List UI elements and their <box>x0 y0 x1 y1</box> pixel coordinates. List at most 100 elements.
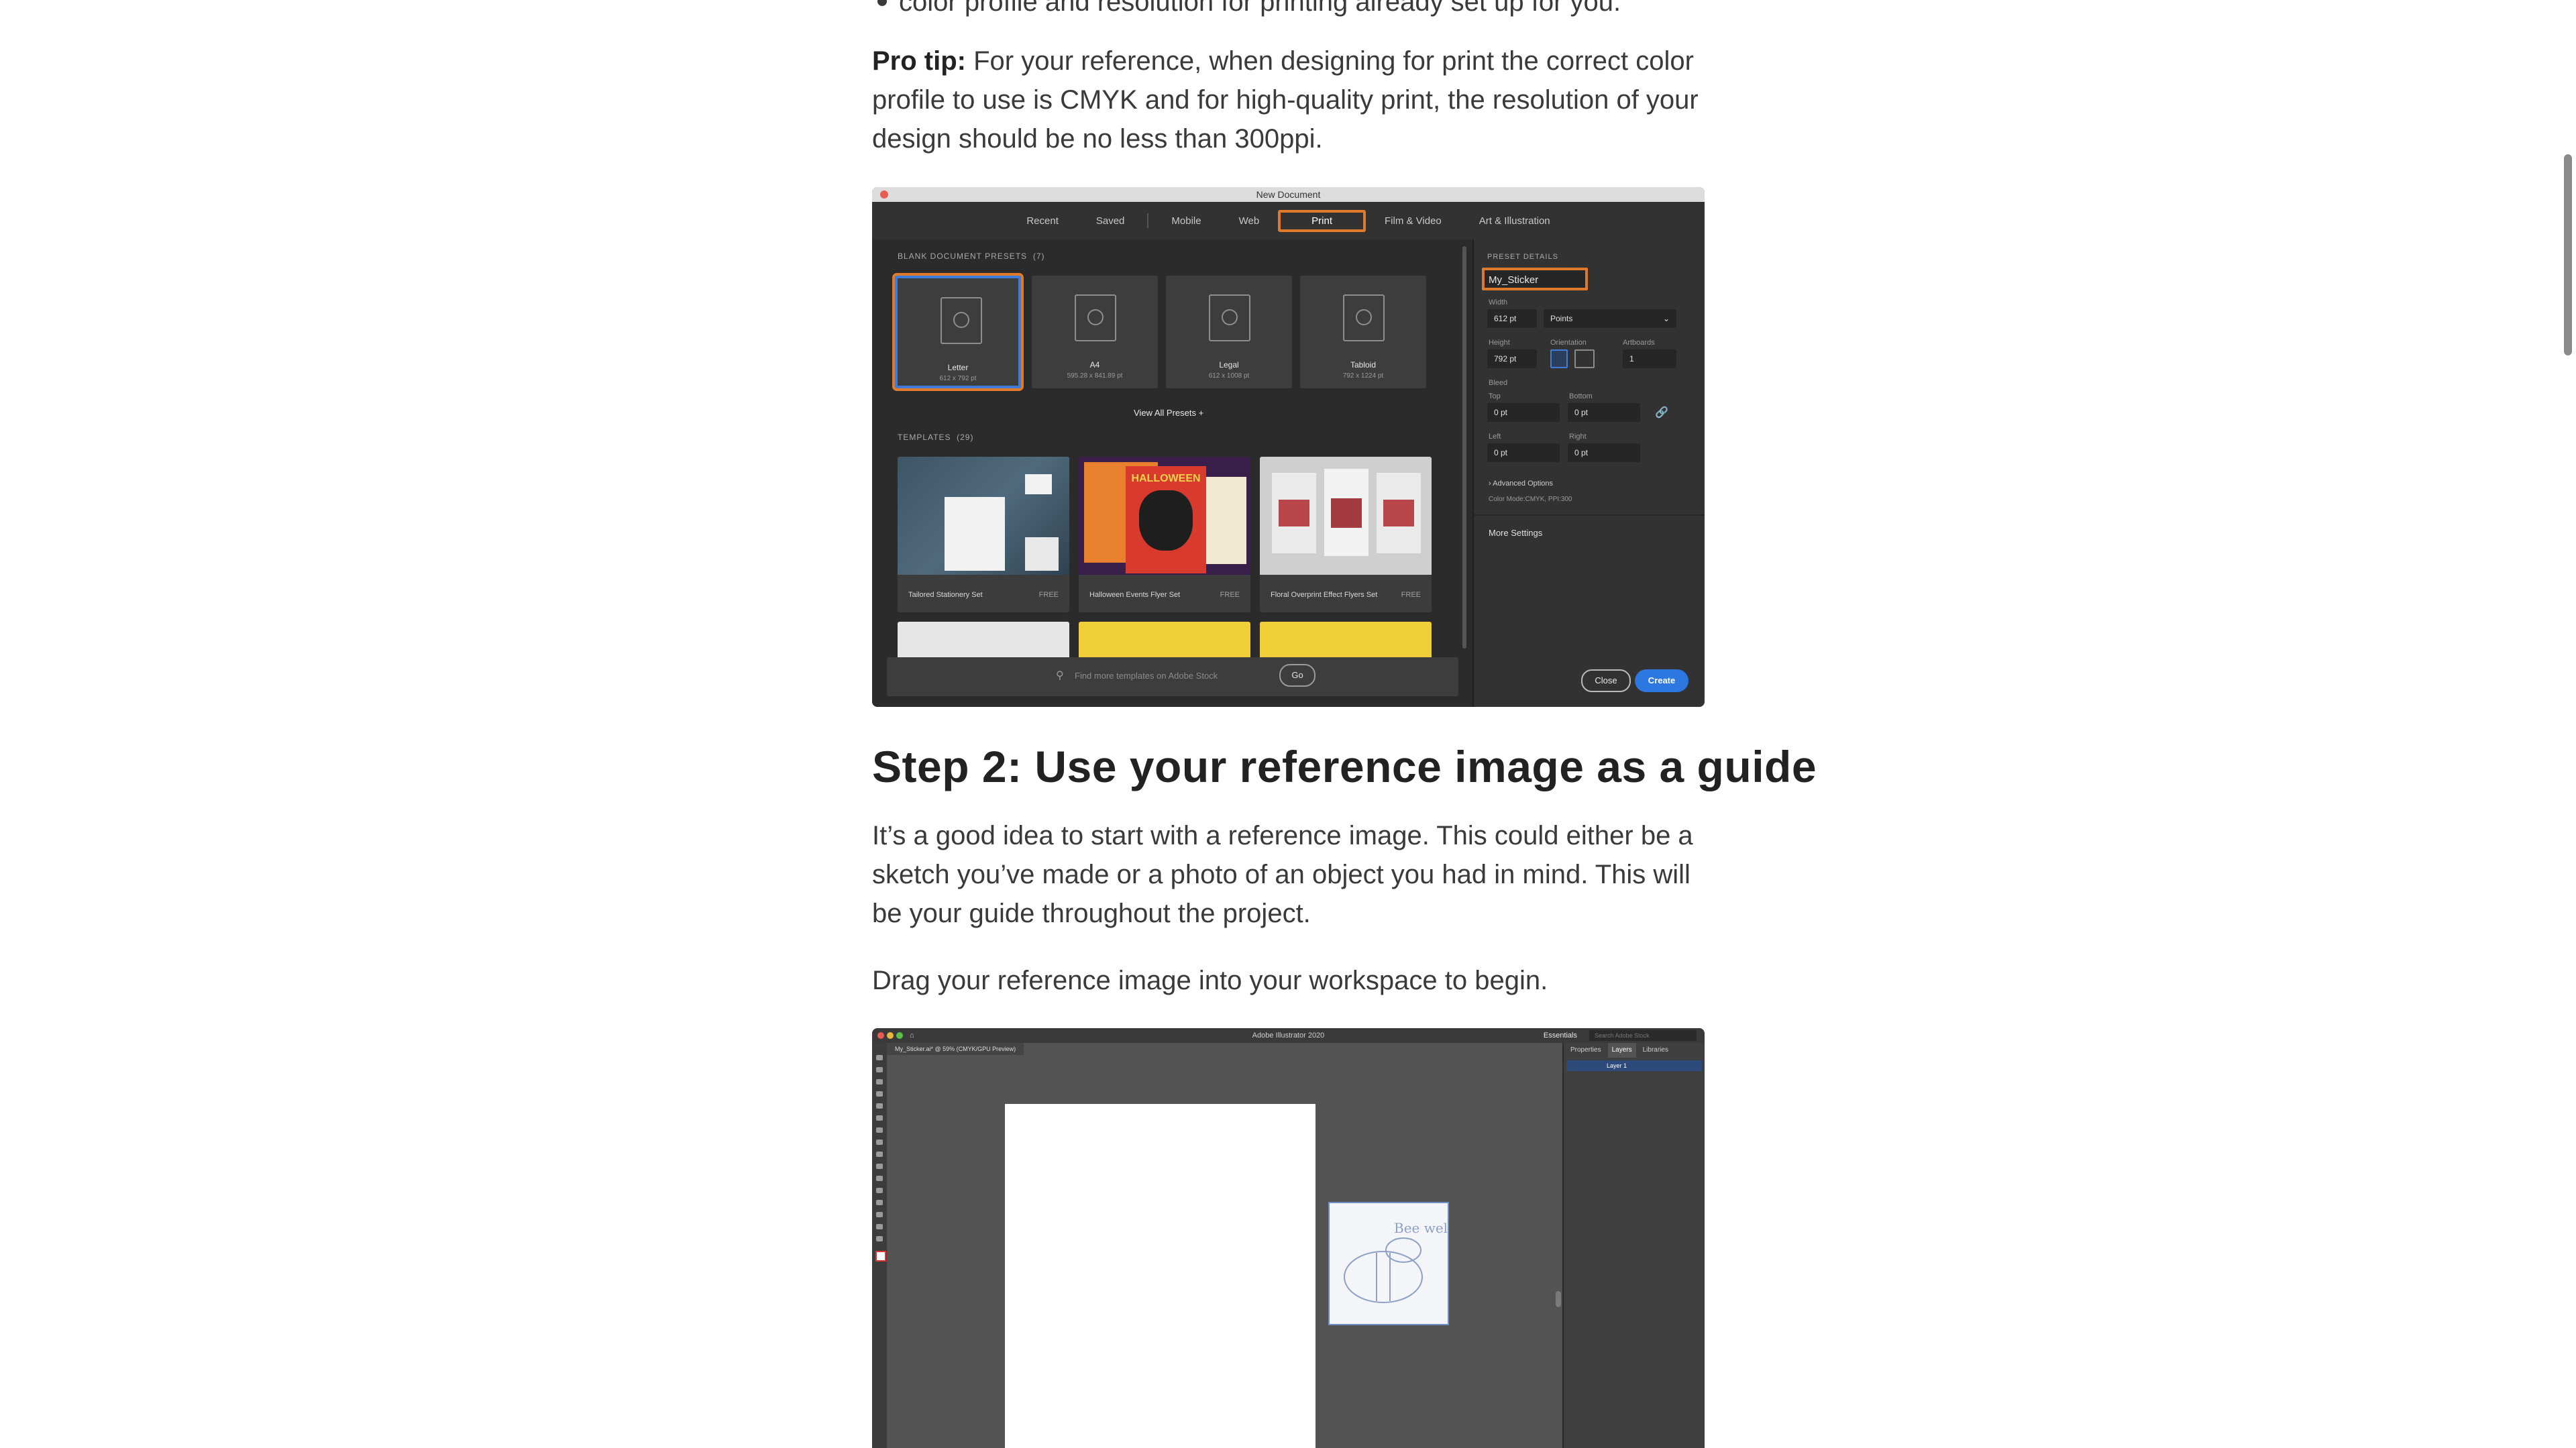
eyedropper-tool-icon[interactable] <box>876 1212 883 1217</box>
preset-a4[interactable]: A4 595.28 x 841.89 pt <box>1032 276 1158 388</box>
bleed-left-field[interactable]: 0 pt <box>1487 443 1560 462</box>
close-dot-icon <box>880 190 888 199</box>
presets-scrollbar[interactable] <box>1462 246 1466 649</box>
document-icon <box>941 297 982 344</box>
bleed-left-label: Left <box>1489 433 1501 441</box>
scale-tool-icon[interactable] <box>876 1176 883 1181</box>
template-thumbnail <box>898 457 1069 575</box>
tab-saved[interactable]: Saved <box>1077 215 1144 227</box>
artboards-field[interactable]: 1 <box>1623 349 1676 368</box>
width-label: Width <box>1489 298 1508 307</box>
portrait-orientation-button[interactable] <box>1550 349 1568 368</box>
height-field[interactable]: 792 pt <box>1487 349 1537 368</box>
zoom-tool-icon[interactable] <box>876 1236 883 1241</box>
template-thumbnail <box>1260 457 1432 575</box>
go-button[interactable]: Go <box>1279 664 1316 687</box>
bleed-label: Bleed <box>1489 379 1508 387</box>
template-card-partial[interactable] <box>1079 622 1250 662</box>
tab-mobile[interactable]: Mobile <box>1152 215 1220 227</box>
create-button[interactable]: Create <box>1635 669 1688 692</box>
dialog-title: New Document <box>1256 189 1321 200</box>
template-card-floral[interactable]: Floral Overprint Effect Flyers Set FREE <box>1260 457 1432 612</box>
preset-tabloid[interactable]: Tabloid 792 x 1224 pt <box>1300 276 1426 388</box>
chevron-down-icon: ⌄ <box>1662 314 1670 323</box>
workspace-switcher[interactable]: Essentials <box>1544 1028 1577 1043</box>
template-card-partial[interactable] <box>898 622 1069 662</box>
tab-film-video[interactable]: Film & Video <box>1366 215 1460 227</box>
new-document-screenshot: New Document Recent Saved Mobile Web Pri… <box>872 187 1705 707</box>
preset-letter[interactable]: Letter 612 x 792 pt <box>892 273 1024 391</box>
width-tool-icon[interactable] <box>876 1188 883 1193</box>
drag-instruction-paragraph: Drag your reference image into your work… <box>872 966 1548 995</box>
width-field[interactable]: 612 pt <box>1487 309 1537 328</box>
landscape-orientation-button[interactable] <box>1574 349 1595 368</box>
bleed-top-label: Top <box>1489 392 1501 400</box>
pen-tool-icon[interactable] <box>876 1079 883 1084</box>
sketch-caption: Bee well. <box>1394 1220 1448 1236</box>
advanced-options-toggle[interactable]: › Advanced Options <box>1489 480 1553 488</box>
type-tool-icon[interactable] <box>876 1115 883 1121</box>
document-category-tabs: Recent Saved Mobile Web Print Film & Vid… <box>872 202 1705 239</box>
tab-properties[interactable]: Properties <box>1570 1043 1601 1058</box>
page-scrollbar[interactable] <box>2564 154 2572 355</box>
tab-web[interactable]: Web <box>1220 215 1279 227</box>
panel-tabs: Properties Layers Libraries <box>1564 1043 1705 1058</box>
pencil-tool-icon[interactable] <box>876 1103 883 1109</box>
step2-paragraph: It’s a good idea to start with a referen… <box>872 821 1693 928</box>
link-icon[interactable]: 🔗 <box>1655 406 1668 419</box>
layers-panel: Properties Layers Libraries Layer 1 <box>1562 1043 1705 1448</box>
divider <box>1474 514 1705 516</box>
close-button[interactable]: Close <box>1581 669 1631 692</box>
stock-search-input[interactable]: Find more templates on Adobe Stock <box>1075 671 1218 681</box>
template-card-stationery[interactable]: Tailored Stationery Set FREE <box>898 457 1069 612</box>
eraser-tool-icon[interactable] <box>876 1152 883 1157</box>
document-tab[interactable]: My_Sticker.ai* @ 59% (CMYK/GPU Preview) <box>887 1043 1024 1055</box>
units-select[interactable]: Points ⌄ <box>1544 309 1676 328</box>
stock-search-bar[interactable]: ⚲ Find more templates on Adobe Stock Go <box>887 657 1458 696</box>
stock-search-input[interactable]: Search Adobe Stock <box>1589 1030 1697 1041</box>
artboard[interactable] <box>1005 1104 1316 1448</box>
rotate-tool-icon[interactable] <box>876 1164 883 1169</box>
line-tool-icon[interactable] <box>876 1127 883 1133</box>
canvas-scrollbar[interactable] <box>1556 1291 1561 1307</box>
direct-selection-tool-icon[interactable] <box>876 1067 883 1072</box>
selection-tool-icon[interactable] <box>876 1055 883 1060</box>
tab-art-illustration[interactable]: Art & Illustration <box>1460 215 1569 227</box>
orientation-label: Orientation <box>1550 339 1587 347</box>
more-settings-button[interactable]: More Settings <box>1489 528 1542 538</box>
previous-paragraph-line: color profile and resolution for printin… <box>872 0 1705 21</box>
gradient-tool-icon[interactable] <box>876 1200 883 1205</box>
tab-libraries[interactable]: Libraries <box>1643 1043 1668 1058</box>
template-name: Halloween Events Flyer Set <box>1089 591 1181 599</box>
template-name: Tailored Stationery Set <box>908 591 983 599</box>
document-icon <box>1075 294 1116 341</box>
tab-print[interactable]: Print <box>1278 209 1366 232</box>
pro-tip-text: For your reference, when designing for p… <box>872 46 1699 154</box>
app-menubar: ⌂ Adobe Illustrator 2020 Essentials Sear… <box>872 1028 1705 1043</box>
step2-heading: Step 2: Use your reference image as a gu… <box>872 742 1817 791</box>
shape-tool-icon[interactable] <box>876 1139 883 1145</box>
document-icon <box>1209 294 1250 341</box>
preset-name: Tabloid <box>1350 360 1377 370</box>
hand-tool-icon[interactable] <box>876 1224 883 1229</box>
bullet-icon <box>877 0 887 7</box>
preset-dimensions: 792 x 1224 pt <box>1342 372 1384 380</box>
document-name-field[interactable]: My_Sticker <box>1482 268 1588 290</box>
reference-image[interactable]: Bee well. <box>1328 1202 1456 1325</box>
template-card-halloween[interactable]: HALLOWEEN Halloween Events Flyer Set FRE… <box>1079 457 1250 612</box>
bleed-top-field[interactable]: 0 pt <box>1487 403 1560 422</box>
pro-tip-label: Pro tip: <box>872 46 966 76</box>
brush-tool-icon[interactable] <box>876 1091 883 1097</box>
view-all-presets-link[interactable]: View All Presets + <box>1134 408 1203 418</box>
preset-dimensions: 612 x 792 pt <box>939 375 977 382</box>
preset-name: Letter <box>947 363 969 372</box>
fill-stroke-icon[interactable] <box>875 1251 886 1262</box>
search-icon: ⚲ <box>1056 670 1064 681</box>
layer-row[interactable]: Layer 1 <box>1566 1060 1702 1071</box>
bleed-bottom-field[interactable]: 0 pt <box>1568 403 1640 422</box>
bleed-right-field[interactable]: 0 pt <box>1568 443 1640 462</box>
preset-legal[interactable]: Legal 612 x 1008 pt <box>1166 276 1292 388</box>
tab-layers[interactable]: Layers <box>1607 1043 1636 1058</box>
tab-recent[interactable]: Recent <box>1008 215 1077 227</box>
template-card-partial[interactable] <box>1260 622 1432 662</box>
